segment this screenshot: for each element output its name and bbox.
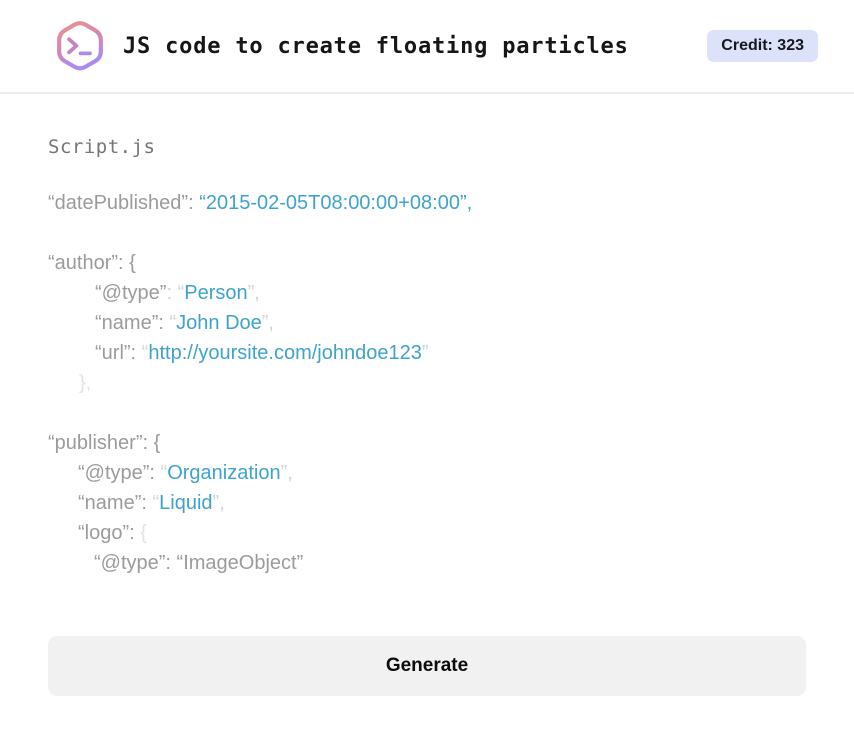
credit-badge: Credit: 323 [707, 30, 818, 62]
code-line: }, [48, 368, 806, 398]
code-line: “@type”: “Organization”, [48, 458, 806, 488]
code-line: “name”: “John Doe”, [48, 308, 806, 338]
code-segment: ”, [261, 312, 274, 334]
code-segment: “logo”: [78, 522, 141, 544]
hexagon-outline [57, 21, 103, 71]
code-block: “datePublished”: “2015-02-05T08:00:00+08… [48, 188, 806, 578]
code-segment: ” [421, 342, 429, 364]
code-line: “logo”: { [48, 518, 806, 548]
script-filename: Script.js [48, 136, 156, 158]
code-segment: ”, [212, 492, 225, 514]
generate-button[interactable]: Generate [48, 636, 806, 696]
code-line: “url”: “http://yoursite.com/johndoe123” [48, 338, 806, 368]
code-line: “name”: “Liquid”, [48, 488, 806, 518]
code-line: “datePublished”: “2015-02-05T08:00:00+08… [48, 188, 806, 218]
code-segment: “@type” [95, 282, 167, 304]
code-segment: “name”: [95, 312, 170, 334]
code-segment: }, [79, 372, 92, 394]
code-line: “publisher”: { [48, 428, 806, 458]
terminal-hexagon-logo-icon [57, 21, 103, 71]
app-header: JS code to create floating particles Cre… [0, 0, 854, 94]
code-segment: “url”: [95, 342, 142, 364]
code-segment: ”, [280, 462, 293, 484]
code-segment: Person [184, 282, 248, 304]
page-title: JS code to create floating particles [123, 33, 629, 59]
app-window: JS code to create floating particles Cre… [0, 0, 854, 748]
prompt-chevron-icon [67, 37, 79, 55]
code-segment: “name”: [78, 492, 153, 514]
code-segment: ”, [247, 282, 260, 304]
code-segment: John Doe [176, 312, 262, 334]
code-segment: { [140, 522, 147, 544]
code-line: “@type”: “Person”, [48, 278, 806, 308]
code-segment: : [166, 282, 178, 304]
code-line: “author”: { [48, 248, 806, 278]
code-segment: Liquid [159, 492, 213, 514]
code-segment: http://yoursite.com/johndoe123 [148, 342, 422, 364]
code-line: “@type”: “ImageObject” [48, 548, 806, 578]
code-segment: “datePublished”: [48, 192, 200, 214]
code-segment: “publisher”: { [48, 432, 161, 454]
code-segment: “2015-02-05T08:00:00+08:00”, [199, 192, 473, 214]
code-segment: “author”: { [48, 252, 136, 274]
code-segment: “@type”: [78, 462, 161, 484]
code-segment: “@type”: “ImageObject” [94, 552, 304, 574]
code-segment: Organization [167, 462, 281, 484]
main-content: Script.js “datePublished”: “2015-02-05T0… [0, 94, 854, 696]
